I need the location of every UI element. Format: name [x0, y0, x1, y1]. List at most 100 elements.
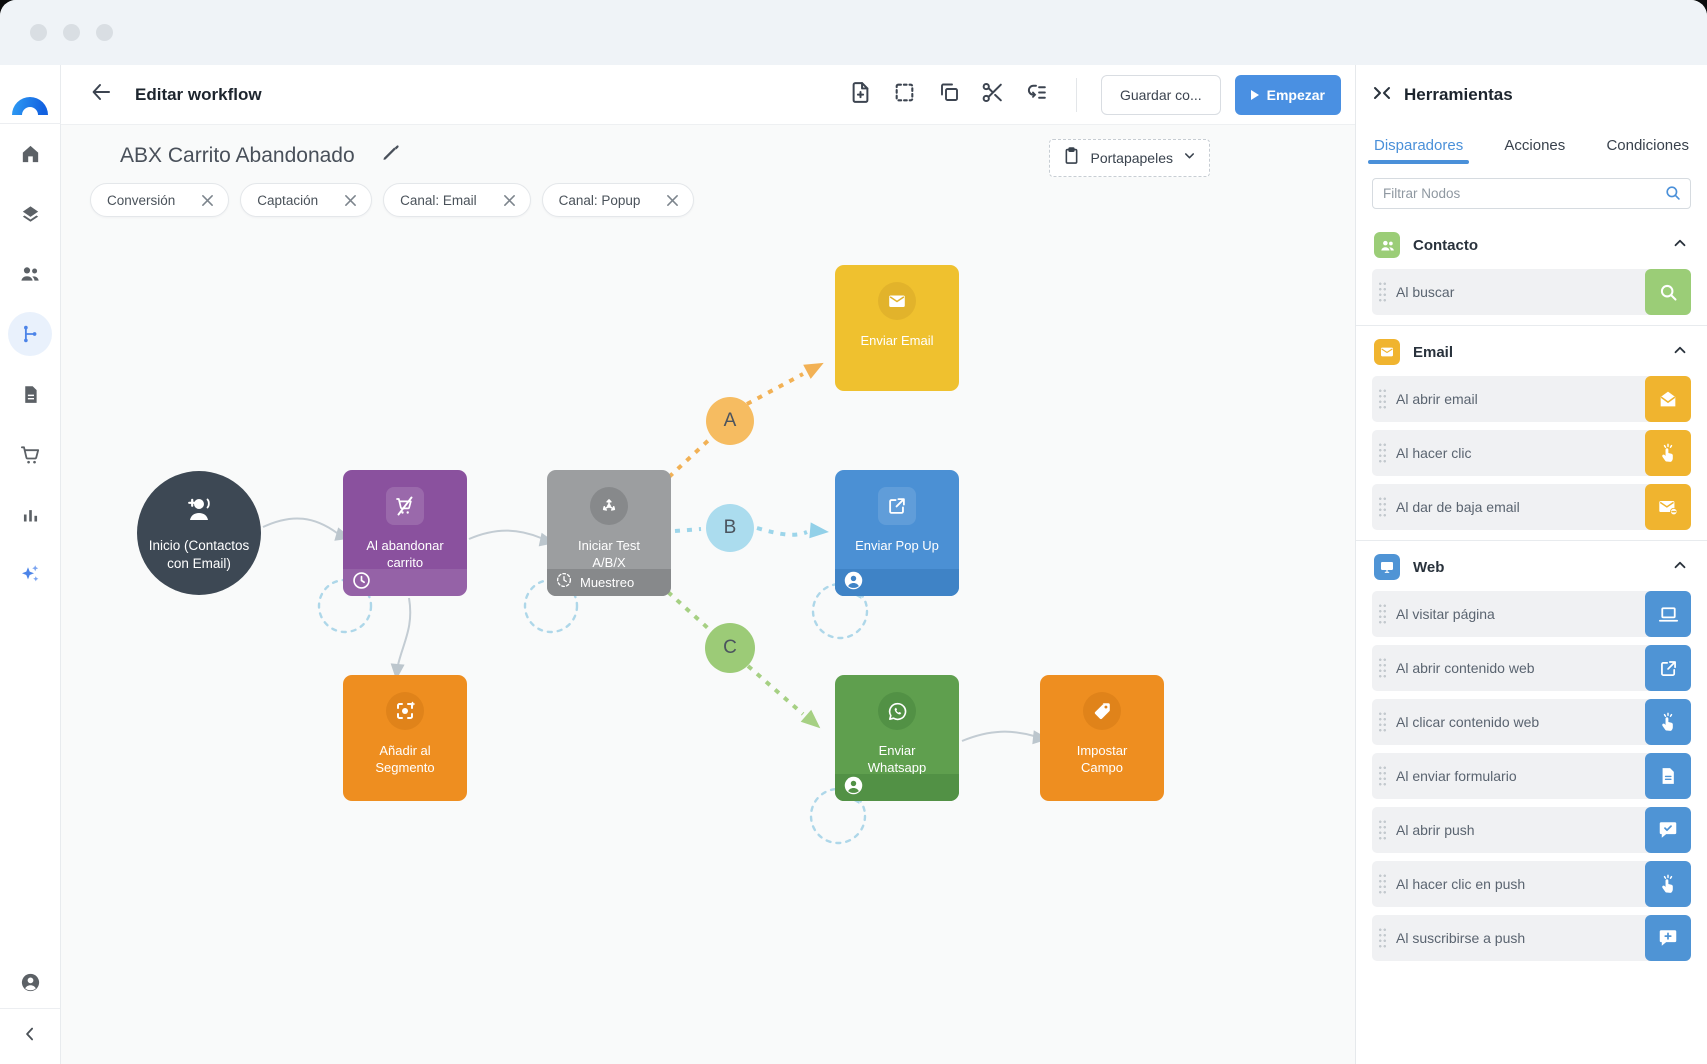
tap-icon [1645, 699, 1691, 745]
selection-icon [892, 80, 917, 110]
node-inicio[interactable]: Inicio (Contactos con Email) [137, 471, 261, 595]
trigger-al-abrir-push[interactable]: Al abrir push [1372, 807, 1691, 853]
workflow-edges [61, 125, 1355, 1064]
clock-icon [351, 570, 372, 596]
node-al-abandonar-carrito[interactable]: Al abandonar carrito [343, 470, 467, 596]
section-contacto[interactable]: Contacto [1372, 219, 1691, 269]
branch-b-badge[interactable]: B [706, 504, 754, 552]
select-all-button[interactable] [890, 80, 920, 110]
panel-collapse-button[interactable] [1372, 85, 1392, 106]
file-plus-icon [848, 80, 873, 110]
divider [1076, 78, 1077, 112]
node-anadir-al-segmento[interactable]: Añadir al Segmento [343, 675, 467, 801]
sidebar-item-home[interactable] [8, 132, 52, 176]
branch-c-badge[interactable]: C [705, 623, 755, 673]
bar-chart-icon [20, 504, 41, 525]
trigger-al-hacer-clic[interactable]: Al hacer clic [1372, 430, 1691, 476]
trigger-al-abrir-email[interactable]: Al abrir email [1372, 376, 1691, 422]
remove-tag-button[interactable] [344, 194, 357, 207]
tab-condiciones[interactable]: Condiciones [1604, 131, 1691, 164]
node-impostar-campo[interactable]: Impostar Campo [1040, 675, 1164, 801]
remove-tag-button[interactable] [201, 194, 214, 207]
workflow-icon [19, 323, 41, 345]
clipboard-icon [1062, 146, 1081, 170]
trigger-list: Contacto Al buscar Email Al abr [1356, 215, 1707, 1064]
node-enviar-popup[interactable]: Enviar Pop Up [835, 470, 959, 596]
tab-acciones[interactable]: Acciones [1502, 131, 1567, 164]
clipboard-dropdown[interactable]: Portapapeles [1049, 139, 1210, 177]
trigger-label: Al visitar página [1396, 606, 1495, 622]
trigger-al-enviar-formulario[interactable]: Al enviar formulario [1372, 753, 1691, 799]
tag-chip: Captación [240, 183, 372, 217]
panel-title: Herramientas [1404, 85, 1513, 105]
window-dot[interactable] [30, 24, 47, 41]
sidebar-item-analytics[interactable] [8, 492, 52, 536]
sidebar-item-documents[interactable] [8, 372, 52, 416]
person-plus-icon [182, 494, 216, 529]
segment-target-icon [386, 692, 424, 730]
sidebar-item-workflows[interactable] [8, 312, 52, 356]
section-web[interactable]: Web [1372, 541, 1691, 591]
sidebar-item-ai[interactable] [8, 552, 52, 596]
trigger-label: Al enviar formulario [1396, 768, 1517, 784]
drag-handle-icon [1378, 603, 1387, 625]
push-subscribe-icon [1645, 915, 1691, 961]
app-window: Editar workflow [0, 0, 1707, 1064]
sidebar-item-contacts[interactable] [8, 252, 52, 296]
trigger-al-abrir-contenido-web[interactable]: Al abrir contenido web [1372, 645, 1691, 691]
trigger-al-hacer-clic-en-push[interactable]: Al hacer clic en push [1372, 861, 1691, 907]
trigger-al-buscar[interactable]: Al buscar [1372, 269, 1691, 315]
sidebar-collapse-button[interactable] [0, 1008, 60, 1064]
scissors-icon [980, 80, 1005, 110]
trigger-al-clicar-contenido-web[interactable]: Al clicar contenido web [1372, 699, 1691, 745]
node-filter [1372, 178, 1691, 209]
filter-nodes-input[interactable] [1372, 178, 1691, 209]
rename-workflow-button[interactable] [381, 143, 401, 168]
window-dot[interactable] [63, 24, 80, 41]
trigger-al-dar-de-baja-email[interactable]: Al dar de baja email [1372, 484, 1691, 530]
left-sidebar [0, 65, 61, 1064]
play-icon [1251, 90, 1259, 100]
node-label: Añadir al Segmento [357, 742, 453, 776]
auto-layout-button[interactable] [1022, 80, 1052, 110]
cut-button[interactable] [978, 80, 1008, 110]
sidebar-item-shop[interactable] [8, 432, 52, 476]
tab-disparadores[interactable]: Disparadores [1372, 131, 1465, 164]
copy-button[interactable] [934, 80, 964, 110]
trigger-al-visitar-pagina[interactable]: Al visitar página [1372, 591, 1691, 637]
save-copy-button[interactable]: Guardar co... [1101, 75, 1221, 115]
node-enviar-email[interactable]: Enviar Email [835, 265, 959, 391]
node-enviar-whatsapp[interactable]: Enviar Whatsapp [835, 675, 959, 801]
chevron-up-icon[interactable] [1671, 341, 1689, 364]
chevron-up-icon[interactable] [1671, 234, 1689, 257]
chevron-up-icon[interactable] [1671, 556, 1689, 579]
start-workflow-button[interactable]: Empezar [1235, 75, 1341, 115]
sampling-label: Muestreo [580, 575, 634, 590]
contacts-icon [18, 262, 42, 286]
mail-unsubscribe-icon [1645, 484, 1691, 530]
drag-handle-icon [1378, 819, 1387, 841]
remove-tag-button[interactable] [666, 194, 679, 207]
split-test-icon [590, 487, 628, 525]
workflow-canvas[interactable]: ABX Carrito Abandonado Conversión Captac… [61, 125, 1355, 1064]
remove-tag-button[interactable] [503, 194, 516, 207]
document-icon [20, 384, 41, 405]
sidebar-item-account[interactable] [8, 960, 52, 1004]
search-icon[interactable] [1664, 184, 1682, 207]
branch-label: C [723, 637, 737, 659]
window-dot[interactable] [96, 24, 113, 41]
back-button[interactable] [87, 81, 115, 109]
sparkles-icon [18, 562, 42, 586]
sidebar-item-layers[interactable] [8, 192, 52, 236]
new-node-button[interactable] [846, 80, 876, 110]
trigger-label: Al dar de baja email [1396, 499, 1520, 515]
popup-icon [878, 487, 916, 525]
email-icon [1374, 339, 1400, 365]
trigger-label: Al hacer clic [1396, 445, 1471, 461]
node-iniciar-test-abx[interactable]: Iniciar Test A/B/X Muestreo [547, 470, 671, 596]
branch-label: A [724, 410, 737, 432]
trigger-al-suscribirse-a-push[interactable]: Al suscribirse a push [1372, 915, 1691, 961]
branch-a-badge[interactable]: A [706, 397, 754, 445]
branch-label: B [724, 517, 737, 539]
section-email[interactable]: Email [1372, 326, 1691, 376]
